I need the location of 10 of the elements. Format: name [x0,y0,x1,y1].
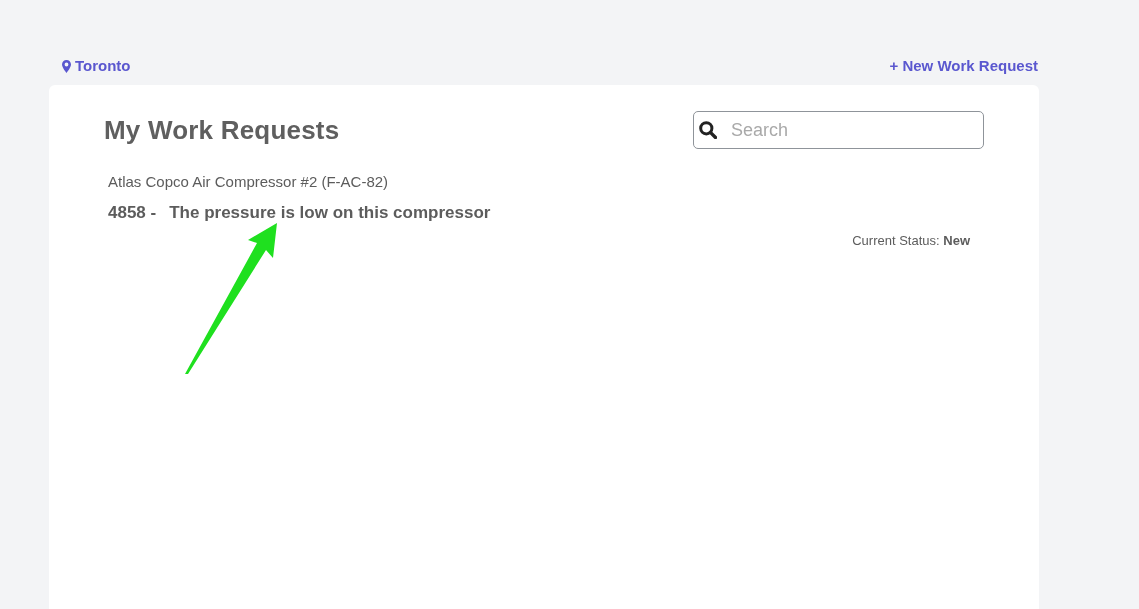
status-text: Current Status: New [852,233,970,248]
location-link[interactable]: Toronto [62,55,131,78]
map-pin-icon [62,59,71,73]
new-work-request-link[interactable]: + New Work Request [889,55,1038,78]
request-title: The pressure is low on this compressor [169,201,491,224]
asset-name: Atlas Copco Air Compressor #2 (F-AC-82) [108,172,390,192]
search-icon [699,121,717,139]
search-field[interactable]: Search [693,111,984,149]
request-number: 4858 - [108,201,157,224]
page-title: My Work Requests [104,115,340,147]
